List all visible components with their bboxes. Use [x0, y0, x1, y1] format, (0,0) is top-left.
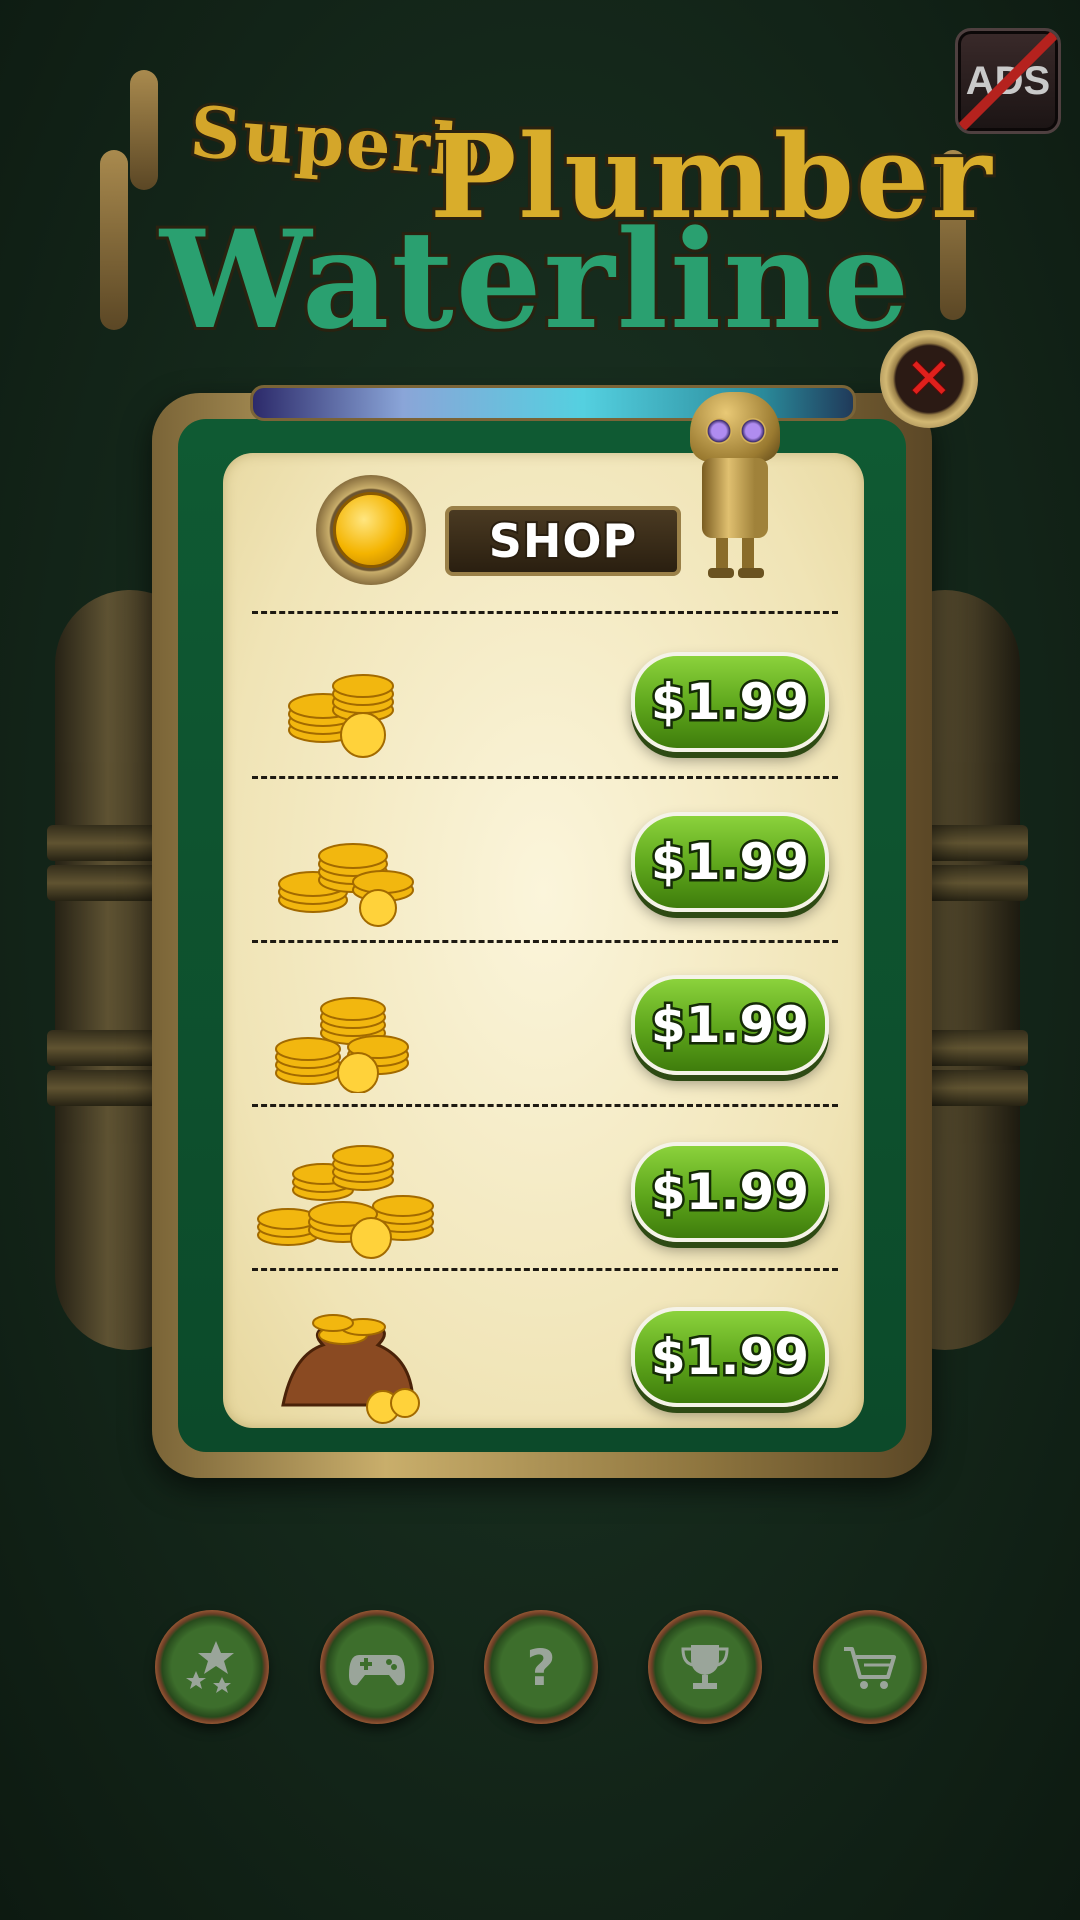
- coin-pile-icon: [257, 1145, 434, 1259]
- price-label: $1.99: [648, 1326, 811, 1389]
- nav-play-button[interactable]: [320, 1610, 434, 1724]
- buy-button[interactable]: $1.99: [631, 1307, 829, 1407]
- nav-achievements-button[interactable]: [648, 1610, 762, 1724]
- remove-ads-button[interactable]: ADS: [955, 28, 1061, 134]
- help-icon: ?: [526, 1639, 555, 1697]
- buy-button[interactable]: $1.99: [631, 812, 829, 912]
- medium-coin-stack-icon: [278, 843, 414, 927]
- price-label: $1.99: [648, 831, 811, 894]
- shop-item-row: $1.99: [223, 953, 864, 1113]
- nav-help-button[interactable]: ?: [484, 1610, 598, 1724]
- trophy-icon: [681, 1645, 729, 1689]
- coin-bag-icon: [281, 1314, 420, 1424]
- price-label: $1.99: [648, 671, 811, 734]
- price-label: $1.99: [648, 994, 811, 1057]
- svg-text:?: ?: [526, 1639, 555, 1697]
- coin-icon: [316, 475, 426, 585]
- small-coin-stack-icon: [288, 674, 394, 758]
- gamepad-icon: [349, 1655, 405, 1686]
- price-label: $1.99: [648, 1161, 811, 1224]
- stars-icon: [186, 1641, 234, 1693]
- shop-item-row: $1.99: [223, 630, 864, 790]
- close-button[interactable]: ✕: [880, 330, 978, 428]
- shop-title-bar: SHOP: [445, 506, 681, 576]
- nav-shop-button[interactable]: [813, 1610, 927, 1724]
- shop-item-row: $1.99: [223, 1120, 864, 1280]
- shop-title: SHOP: [487, 512, 638, 570]
- shop-item-row: $1.99: [223, 790, 864, 950]
- large-coin-stack-icon: [275, 997, 409, 1093]
- row-divider: [252, 611, 838, 614]
- buy-button[interactable]: $1.99: [631, 652, 829, 752]
- game-title-logo: Superb Plumber Waterline: [100, 70, 995, 362]
- buy-button[interactable]: $1.99: [631, 975, 829, 1075]
- shop-item-row: $1.99: [223, 1285, 864, 1445]
- cart-icon: [844, 1647, 896, 1689]
- buy-button[interactable]: $1.99: [631, 1142, 829, 1242]
- title-waterline: Waterline: [157, 197, 912, 362]
- nav-rate-button[interactable]: [155, 1610, 269, 1724]
- close-icon: ✕: [905, 346, 954, 413]
- robot-mascot-icon: [680, 392, 790, 582]
